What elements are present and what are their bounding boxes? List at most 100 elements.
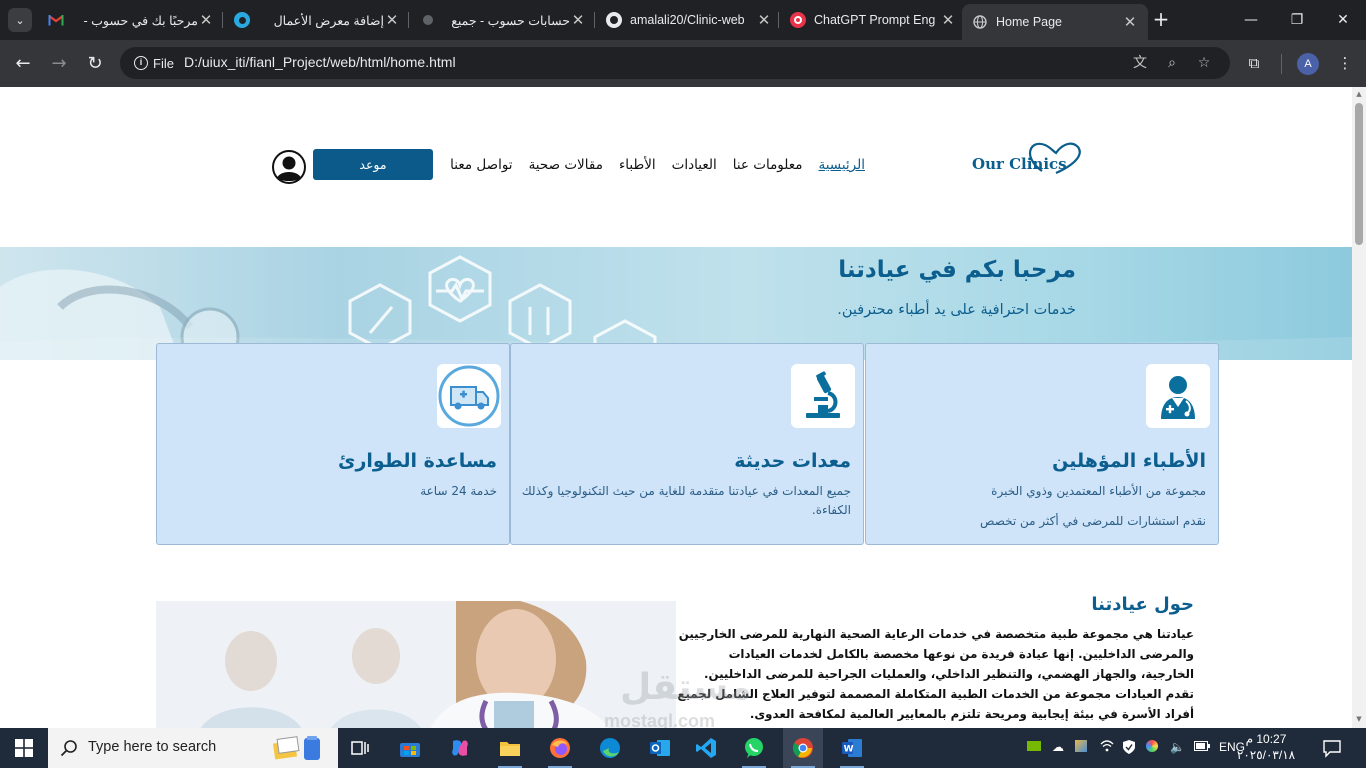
back-button[interactable]: ← [10,50,36,76]
hero-subtitle: خدمات احترافية على يد أطباء محترفين. [837,302,1076,318]
card-text-secondary: نقدم استشارات للمرضى في أكثر من تخصص [980,514,1206,528]
site-info-chip[interactable]: i File [126,51,182,75]
copilot-icon[interactable] [440,728,480,768]
feature-card-doctors: الأطباء المؤهلين مجموعة من الأطباء المعت… [865,343,1219,545]
site-logo[interactable]: Our Clinics [970,137,1082,177]
word-icon[interactable]: W [832,728,872,768]
battery-icon[interactable] [1194,740,1210,754]
zoom-icon[interactable]: ⌕ [1162,53,1182,73]
close-tab-icon[interactable]: ✕ [756,11,772,29]
notification-center-icon[interactable] [1322,738,1342,758]
tab-home-page[interactable]: Home Page ✕ [962,4,1148,40]
security-shield-icon[interactable] [1123,740,1135,757]
features-section: الأطباء المؤهلين مجموعة من الأطباء المعت… [156,343,1219,545]
svg-text:W: W [844,745,854,755]
volume-icon[interactable]: 🔈 [1170,740,1185,754]
close-tab-icon[interactable]: ✕ [570,11,586,29]
nav-articles[interactable]: مقالات صحية [529,157,603,177]
bookmark-star-icon[interactable]: ☆ [1194,53,1214,73]
deeplearning-icon [790,12,806,28]
tab-search-button[interactable]: ⌄ [8,8,32,32]
url-text[interactable]: D:/uiux_iti/fianl_Project/web/html/home.… [184,54,456,70]
windows-logo-icon [15,739,33,757]
close-tab-icon[interactable]: ✕ [1122,13,1138,31]
task-view-icon[interactable] [340,728,380,768]
search-icon [60,740,77,757]
reload-button[interactable]: ↻ [82,50,108,76]
user-account-icon[interactable] [272,150,306,184]
windows-taskbar: Type here to search W ☁ 🔈 ENG 10:27 م ٢٠… [0,728,1366,768]
nav-doctors[interactable]: الأطباء [619,157,656,177]
tab-gmail[interactable]: مرحبًا بك في حسوب - ✕ [38,4,224,36]
extensions-icon[interactable]: ⧉ [1243,52,1265,74]
windows-start-button[interactable] [0,728,48,768]
more-menu-icon[interactable]: ⋮ [1334,52,1356,74]
tab-mostaql[interactable]: إضافة معرض الأعمال ✕ [224,4,410,36]
edge-icon[interactable] [590,728,630,768]
feature-card-emergency: مساعدة الطوارئ خدمة 24 ساعة [156,343,510,545]
watermark-latin: mostaql.com [604,711,716,728]
address-bar[interactable]: i File D:/uiux_iti/fianl_Project/web/htm… [120,47,1230,79]
nav-contact[interactable]: تواصل معنا [450,157,512,177]
firefox-icon[interactable] [540,728,580,768]
mostaql-watermark: مستقل mostaql.com [590,667,770,728]
scroll-down-arrow-icon[interactable]: ▼ [1354,715,1364,725]
scroll-up-arrow-icon[interactable]: ▲ [1354,90,1364,100]
logo-text: Our Clinics [972,155,1067,173]
profile-avatar[interactable]: A [1297,53,1319,75]
minimize-button[interactable]: — [1228,0,1274,40]
page-scrollbar[interactable]: ▲ ▼ [1352,87,1366,728]
translate-icon[interactable]: 文 [1130,53,1150,73]
search-placeholder: Type here to search [88,739,217,755]
close-tab-icon[interactable]: ✕ [198,11,214,29]
tab-hsoub[interactable]: حسابات حسوب - جميع ✕ [410,4,596,36]
whatsapp-icon[interactable] [734,728,774,768]
tab-github[interactable]: amalali20/Clinic-web ✕ [596,4,782,36]
restore-button[interactable]: ❐ [1274,0,1320,40]
clock-date: ٢٠٢٥/٠٣/١٨ [1236,748,1296,762]
app-tray-icon[interactable] [1075,740,1087,755]
vscode-icon[interactable] [686,728,726,768]
tab-title: amalali20/Clinic-web [630,13,745,27]
file-explorer-icon[interactable] [490,728,530,768]
tab-title: Home Page [996,15,1063,29]
tab-title: مرحبًا بك في حسوب - [83,13,198,28]
page-viewport: Our Clinics الرئيسية معلومات عنا العيادا… [0,87,1352,728]
store-icon[interactable] [390,728,430,768]
forward-button[interactable]: → [46,50,72,76]
chrome-icon[interactable] [783,728,823,768]
feature-card-equipment: معدات حديثة جميع المعدات في عيادتنا متقد… [510,343,864,545]
browser-tab-strip: ⌄ مرحبًا بك في حسوب - ✕ إضافة معرض الأعم… [0,0,1366,40]
system-clock[interactable]: 10:27 م ٢٠٢٥/٠٣/١٨ [1226,731,1306,763]
nav-home[interactable]: الرئيسية [819,157,866,177]
browser-toolbar: ← → ↻ i File D:/uiux_iti/fianl_Project/w… [0,40,1366,87]
wifi-icon[interactable] [1100,740,1114,755]
tab-chatgpt-course[interactable]: ChatGPT Prompt Eng ✕ [780,4,966,36]
close-tab-icon[interactable]: ✕ [384,11,400,29]
gmail-icon [48,12,64,28]
tab-title: حسابات حسوب - جميع [451,13,570,28]
clock-time: 10:27 م [1245,732,1287,746]
about-title: حول عيادتنا [1091,594,1194,615]
card-text: خدمة 24 ساعة [420,484,497,498]
tab-title: إضافة معرض الأعمال [273,13,384,28]
doctor-icon [1146,364,1210,428]
card-title: معدات حديثة [734,450,851,472]
watermark-arabic: مستقل [620,667,752,708]
globe-icon [972,14,988,30]
hero-title: مرحبا بكم في عيادتنا [838,257,1076,283]
taskbar-search-box[interactable]: Type here to search [48,728,338,768]
card-title: الأطباء المؤهلين [1052,450,1206,472]
nav-clinics[interactable]: العيادات [672,157,717,177]
scroll-thumb[interactable] [1355,103,1363,245]
onedrive-tray-icon[interactable]: ☁ [1052,740,1064,754]
color-tray-icon[interactable] [1146,740,1158,755]
nvidia-tray-icon[interactable] [1027,740,1041,754]
new-tab-button[interactable]: + [1150,8,1172,32]
card-text: جميع المعدات في عيادتنا متقدمة للغاية من… [521,484,851,517]
close-window-button[interactable]: ✕ [1320,0,1366,40]
outlook-icon[interactable] [640,728,680,768]
appointment-button[interactable]: موعد [313,149,433,180]
close-tab-icon[interactable]: ✕ [940,11,956,29]
nav-about[interactable]: معلومات عنا [733,157,803,177]
